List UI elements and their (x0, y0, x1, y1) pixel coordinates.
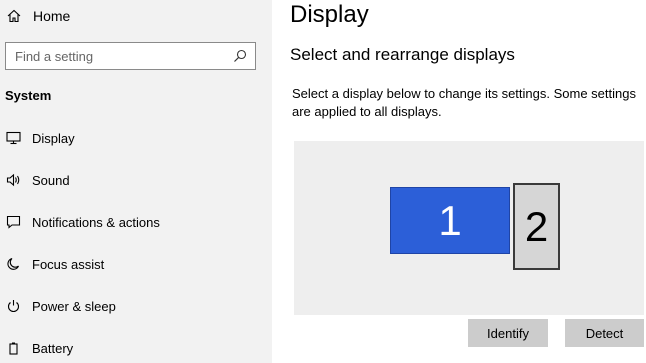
sidebar-item-display[interactable]: Display (5, 127, 267, 149)
sidebar-item-label: Sound (32, 172, 70, 188)
sidebar-item-power-sleep[interactable]: Power & sleep (5, 295, 267, 317)
sidebar-item-notifications[interactable]: Notifications & actions (5, 211, 267, 233)
sidebar-item-label: Power & sleep (32, 298, 116, 314)
search-input[interactable] (6, 42, 229, 70)
home-link[interactable]: Home (6, 6, 70, 26)
moon-icon (5, 256, 21, 272)
search-box[interactable] (5, 42, 256, 70)
power-icon (5, 298, 21, 314)
display-arrangement-area[interactable]: 1 2 (294, 141, 644, 315)
notification-icon (5, 214, 21, 230)
sidebar-item-label: Battery (32, 340, 74, 356)
display-1[interactable]: 1 (390, 187, 510, 254)
detect-button[interactable]: Detect (565, 319, 644, 347)
battery-icon (5, 340, 21, 356)
sidebar-item-label: Display (32, 130, 75, 146)
monitor-icon (5, 130, 21, 146)
description-text: Select a display below to change its set… (292, 86, 636, 119)
sidebar-item-sound[interactable]: Sound (5, 169, 267, 191)
speaker-icon (5, 172, 21, 188)
search-icon[interactable] (229, 45, 251, 67)
section-title-system: System (5, 88, 52, 103)
section-heading: Select and rearrange displays (290, 45, 515, 64)
home-label: Home (33, 8, 71, 24)
sidebar: Home System Display Sound Notifications … (0, 0, 272, 363)
sidebar-item-focus-assist[interactable]: Focus assist (5, 253, 267, 275)
sidebar-item-label: Focus assist (32, 256, 105, 272)
sidebar-item-battery[interactable]: Battery (5, 337, 267, 359)
display-2[interactable]: 2 (513, 183, 560, 270)
home-icon (6, 8, 22, 24)
sidebar-item-label: Notifications & actions (32, 214, 160, 230)
identify-button[interactable]: Identify (468, 319, 548, 347)
page-title: Display (290, 1, 369, 28)
